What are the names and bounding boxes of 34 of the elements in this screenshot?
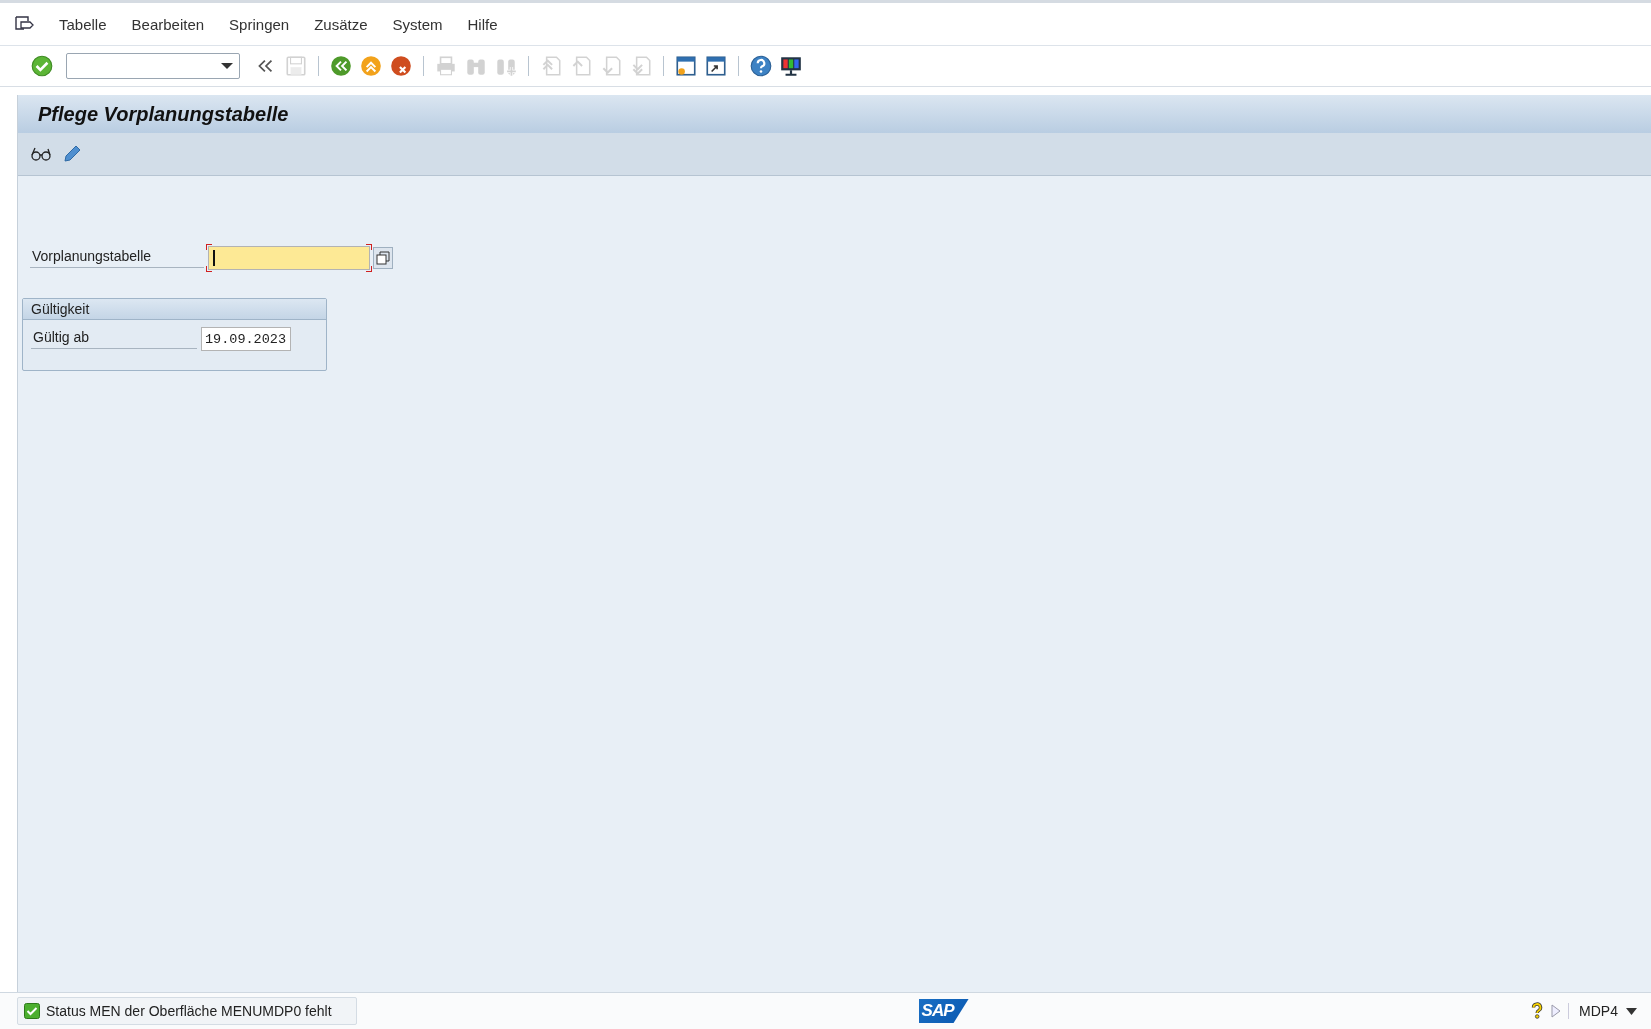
help-icon[interactable] bbox=[749, 54, 773, 78]
up-arrows-icon[interactable] bbox=[359, 54, 383, 78]
menu-item[interactable]: Bearbeiten bbox=[131, 15, 205, 33]
menu-item[interactable]: Hilfe bbox=[467, 15, 498, 33]
dropdown-icon[interactable] bbox=[221, 62, 233, 70]
play-icon[interactable] bbox=[1550, 1003, 1563, 1019]
pencil-icon[interactable] bbox=[62, 144, 82, 164]
input-field[interactable] bbox=[208, 246, 370, 270]
field-label: Gültig ab bbox=[31, 329, 197, 349]
menu-icon[interactable] bbox=[14, 15, 34, 33]
copy-icon bbox=[376, 251, 390, 265]
shortcut-icon[interactable] bbox=[704, 54, 728, 78]
menu-item[interactable]: Tabelle bbox=[59, 15, 107, 33]
check-icon[interactable] bbox=[30, 54, 54, 78]
monitor-icon[interactable] bbox=[779, 54, 803, 78]
status-text: Status MEN der Oberfläche MENUMDP0 fehlt bbox=[46, 1003, 332, 1019]
check-icon bbox=[24, 1003, 40, 1019]
system-name: MDP4 bbox=[1579, 1003, 1618, 1019]
menu-item[interactable]: Zusätze bbox=[314, 15, 368, 33]
back-icon[interactable] bbox=[329, 54, 353, 78]
command-field[interactable] bbox=[66, 53, 240, 79]
cancel-icon[interactable] bbox=[389, 54, 413, 78]
help-icon[interactable] bbox=[1530, 1002, 1545, 1020]
dropdown-icon[interactable] bbox=[1626, 1007, 1637, 1015]
value-help-button[interactable] bbox=[373, 247, 393, 269]
logo: SAP bbox=[918, 999, 969, 1023]
menu-item[interactable]: Springen bbox=[229, 15, 290, 33]
group-title: Gültigkeit bbox=[23, 299, 326, 320]
glasses-icon[interactable] bbox=[30, 145, 52, 163]
new-window-icon[interactable] bbox=[674, 54, 698, 78]
menu-item[interactable]: System bbox=[392, 15, 443, 33]
field-label: Vorplanungstabelle bbox=[30, 248, 204, 268]
screen-title: Pflege Vorplanungstabelle bbox=[18, 95, 1651, 133]
date-field[interactable]: 19.09.2023 bbox=[201, 327, 291, 351]
